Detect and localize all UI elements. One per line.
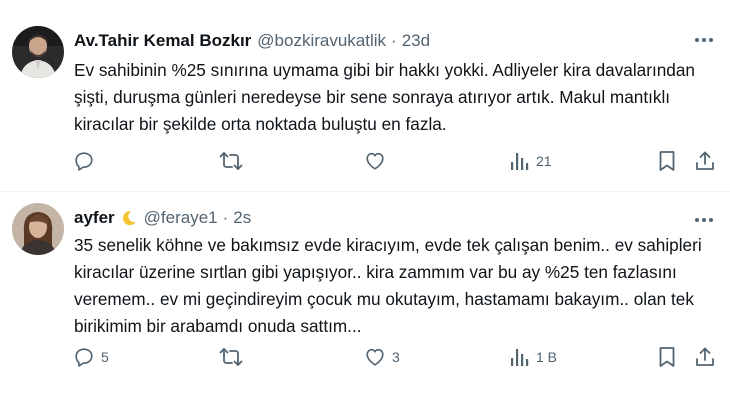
reply-icon [73,150,95,172]
timestamp[interactable]: 2s [233,208,251,228]
reply-button[interactable] [73,148,101,174]
share-icon [694,346,716,368]
bookmark-icon [657,346,677,368]
tweet[interactable]: ayfer @feraye1 · 2s 35 senelik köhne ve … [0,192,730,420]
retweet-button[interactable] [219,344,249,370]
heart-icon [364,346,386,368]
user-handle[interactable]: @bozkiravukatlik [257,31,386,51]
view-count: 21 [536,153,552,169]
display-name[interactable]: Av.Tahir Kemal Bozkır [74,31,251,51]
more-options-icon[interactable] [692,28,716,52]
reply-icon [73,346,95,368]
heart-icon [364,150,386,172]
tweet-header: Av.Tahir Kemal Bozkır @bozkiravukatlik ·… [74,29,430,53]
bookmark-icon [657,150,677,172]
reply-button[interactable]: 5 [73,344,109,370]
retweet-icon [219,150,243,172]
share-icon [694,150,716,172]
tweet[interactable]: Av.Tahir Kemal Bozkır @bozkiravukatlik ·… [0,0,730,191]
bookmark-button[interactable] [657,344,677,370]
retweet-button[interactable] [219,148,249,174]
like-button[interactable] [364,148,392,174]
like-button[interactable]: 3 [364,344,400,370]
views-button[interactable]: 21 [510,148,552,174]
action-bar: 21 [0,148,730,174]
tweet-text: Ev sahibinin %25 sınırına uymama gibi bi… [74,60,695,134]
tweet-text: 35 senelik köhne ve bakımsız evde kiracı… [74,235,702,336]
views-button[interactable]: 1 B [510,344,557,370]
analytics-icon [510,347,530,367]
analytics-icon [510,151,530,171]
separator-dot: · [391,31,397,50]
tweet-header: ayfer @feraye1 · 2s [74,206,251,230]
more-options-icon[interactable] [692,208,716,232]
retweet-icon [219,346,243,368]
crescent-moon-icon [120,209,138,227]
share-button[interactable] [694,344,716,370]
share-button[interactable] [694,148,716,174]
action-bar: 5 3 1 B [0,344,730,370]
avatar[interactable] [12,26,64,78]
user-handle[interactable]: @feraye1 [144,208,218,228]
display-name[interactable]: ayfer [74,208,115,228]
like-count: 3 [392,349,400,365]
separator-dot: · [222,208,229,227]
reply-count: 5 [101,349,109,365]
timestamp[interactable]: 23d [402,31,430,51]
avatar[interactable] [12,203,64,255]
bookmark-button[interactable] [657,148,677,174]
view-count: 1 B [536,349,558,365]
